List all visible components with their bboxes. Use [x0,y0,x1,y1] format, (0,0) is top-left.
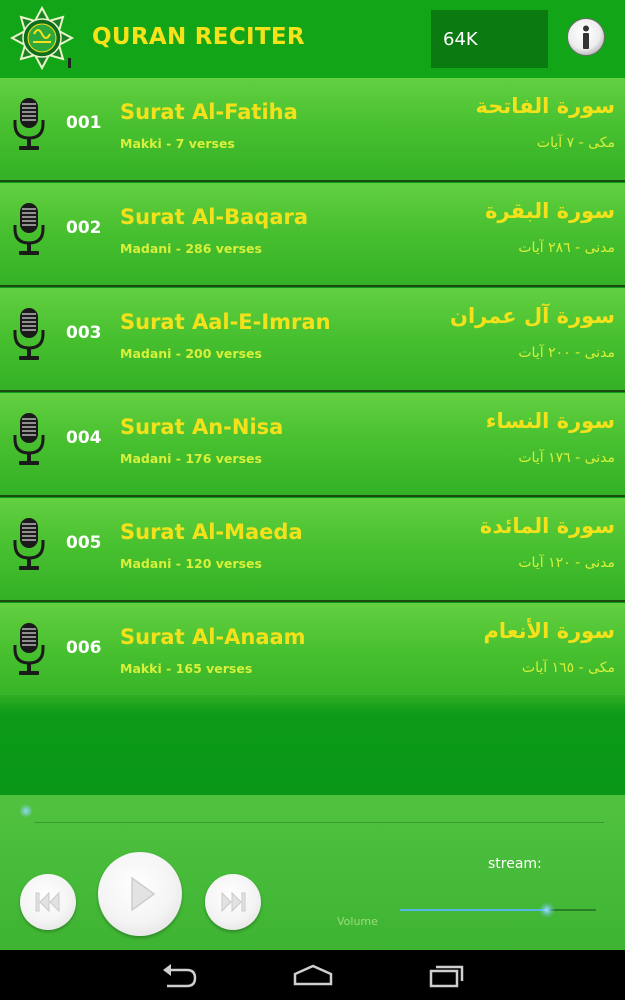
surah-arabic-name: سورة المائدة [479,514,615,538]
previous-button[interactable] [20,874,76,930]
bitrate-selector[interactable]: 64K [431,10,548,68]
surah-name: Surat Al-Anaam [120,625,306,649]
surah-details: Makki - 7 verses [120,136,235,151]
home-button[interactable] [288,960,338,990]
play-icon [131,876,156,912]
surah-arabic-details: مدنى - ١٢٠ آيات [518,555,615,571]
surah-row-003[interactable]: 003 Surat Aal-E-Imran Madani - 200 verse… [0,288,625,392]
quran-logo-icon [9,5,75,71]
surah-arabic-name: سورة النساء [485,409,615,433]
surah-name: Surat Al-Baqara [120,205,309,229]
surah-details: Madani - 286 verses [120,241,262,256]
surah-arabic-details: مكى - ١٦٥ آيات [521,660,615,676]
surah-row-001[interactable]: 001 Surat Al-Fatiha Makki - 7 verses سور… [0,78,625,182]
surah-number: 002 [66,218,102,238]
surah-arabic-name: سورة الأنعام [483,619,615,643]
list-partial-row [0,695,625,795]
surah-name: Surat An-Nisa [120,415,284,439]
surah-arabic-name: سورة الفاتحة [475,94,615,118]
stream-label: stream: [488,856,542,872]
surah-arabic-details: مدنى - ١٧٦ آيات [518,450,615,466]
surah-name: Surat Al-Maeda [120,520,303,544]
surah-row-002[interactable]: 002 Surat Al-Baqara Madani - 286 verses … [0,183,625,287]
surah-row-005[interactable]: 005 Surat Al-Maeda Madani - 120 verses س… [0,498,625,602]
skip-next-icon [221,891,246,913]
audio-player: stream: Volume [0,795,625,950]
surah-details: Madani - 200 verses [120,346,262,361]
surah-number: 005 [66,533,102,553]
surah-number: 003 [66,323,102,343]
info-icon [567,18,605,56]
surah-name: Surat Aal-E-Imran [120,310,331,334]
recents-icon [429,965,464,988]
volume-label: Volume [337,915,378,928]
seek-thumb[interactable] [19,804,33,818]
microphone-icon [13,98,45,150]
microphone-icon [13,623,45,675]
surah-arabic-details: مدنى - ٢٠٠ آيات [518,345,615,361]
app-header: QURAN RECITER 64K [0,0,625,78]
app-title: QURAN RECITER [92,24,305,50]
back-icon [163,964,197,988]
microphone-icon [13,413,45,465]
info-button[interactable] [566,17,606,57]
system-nav-bar [0,950,625,1000]
surah-details: Madani - 176 verses [120,451,262,466]
volume-slider[interactable] [400,902,596,918]
skip-previous-icon [35,891,60,913]
back-button[interactable] [155,960,205,990]
surah-details: Madani - 120 verses [120,556,262,571]
volume-thumb[interactable] [539,902,555,918]
surah-number: 004 [66,428,102,448]
surah-name: Surat Al-Fatiha [120,100,298,124]
surah-details: Makki - 165 verses [120,661,253,676]
microphone-icon [13,518,45,570]
microphone-icon [13,203,45,255]
microphone-icon [13,308,45,360]
surah-arabic-details: مدنى - ٢٨٦ آيات [518,240,615,256]
play-button[interactable] [98,852,182,936]
surah-number: 001 [66,113,102,133]
home-icon [293,964,333,986]
surah-number: 006 [66,638,102,658]
surah-arabic-name: سورة آل عمران [450,304,615,328]
next-button[interactable] [205,874,261,930]
surah-arabic-name: سورة البقرة [485,199,615,223]
recents-button[interactable] [421,960,471,990]
volume-fill [400,909,547,911]
surah-list: 001 Surat Al-Fatiha Makki - 7 verses سور… [0,78,625,795]
surah-row-006[interactable]: 006 Surat Al-Anaam Makki - 165 verses سو… [0,603,625,707]
surah-arabic-details: مكى - ٧ آيات [536,135,615,151]
seek-bar[interactable] [34,822,604,823]
surah-row-004[interactable]: 004 Surat An-Nisa Madani - 176 verses سو… [0,393,625,497]
